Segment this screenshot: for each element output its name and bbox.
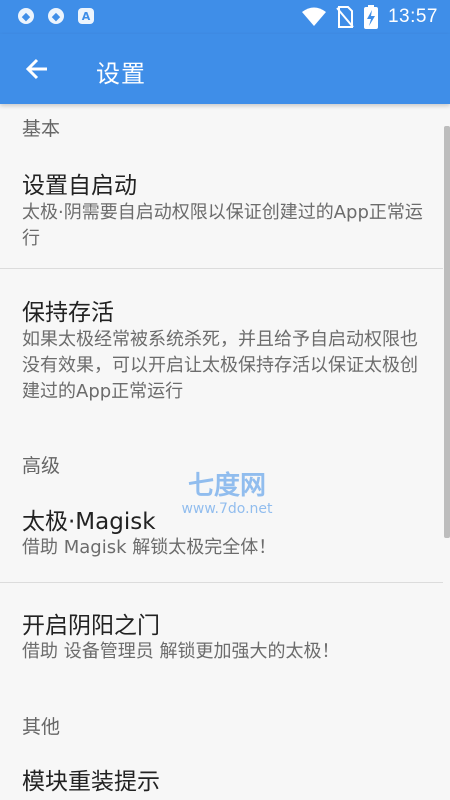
shield-icon: ◆ [48,8,64,24]
status-bar: ◆ ◆ A 13:57 [0,0,450,34]
pref-summary: 如果太极经常被系统杀死，并且给予自启动权限也没有效果，可以开启让太极保持存活以保… [22,329,418,402]
settings-screen: ◆ ◆ A 13:57 设置 基本 设置自启动 太极·阴需要自启动权限以保证创建… [0,0,450,800]
pref-title: 设置自启动 [22,173,137,199]
watermark-url: www.7do.net [181,501,273,517]
status-notification-icons: ◆ ◆ A [18,8,94,24]
app-bar: 设置 [0,34,450,104]
pref-title: 开启阴阳之门 [22,613,160,639]
pref-title: 保持存活 [22,300,114,326]
settings-list: 基本 设置自启动 太极·阴需要自启动权限以保证创建过的App正常运行 保持存活 … [0,104,450,800]
status-time: 13:57 [387,6,438,27]
pref-keep-alive[interactable]: 保持存活 如果太极经常被系统杀死，并且给予自启动权限也没有效果，可以开启让太极保… [0,269,443,409]
pref-title: 太极·Magisk [22,509,156,535]
section-header-other: 其他 [22,716,61,738]
section-header-advanced: 高级 [22,455,61,477]
pref-summary: 太极·阴需要自启动权限以保证创建过的App正常运行 [22,202,423,249]
arrow-left-icon [25,58,47,80]
a-icon: A [78,8,94,24]
status-system-icons: 13:57 [301,5,438,29]
back-button[interactable] [16,48,58,90]
scrollbar[interactable] [444,126,450,538]
section-header-basic: 基本 [22,118,61,140]
battery-charging-icon [363,5,378,29]
shield-icon: ◆ [18,8,34,24]
pref-title: 模块重装提示 [22,769,160,795]
pref-open-yinyang-gate[interactable]: 开启阴阳之门 借助 设备管理员 解锁更加强大的太极！ [0,583,443,679]
wifi-icon [301,7,326,26]
no-sim-icon [336,6,354,28]
pref-module-reinstall-hint[interactable]: 模块重装提示 [0,744,443,800]
page-title: 设置 [96,60,146,88]
watermark-logo: 七度网 [187,471,266,501]
pref-auto-start[interactable]: 设置自启动 太极·阴需要自启动权限以保证创建过的App正常运行 [0,148,443,268]
pref-summary: 借助 Magisk 解锁太极完全体！ [22,537,277,558]
pref-summary: 借助 设备管理员 解锁更加强大的太极！ [22,641,340,662]
watermark: 七度网 www.7do.net [172,472,282,518]
